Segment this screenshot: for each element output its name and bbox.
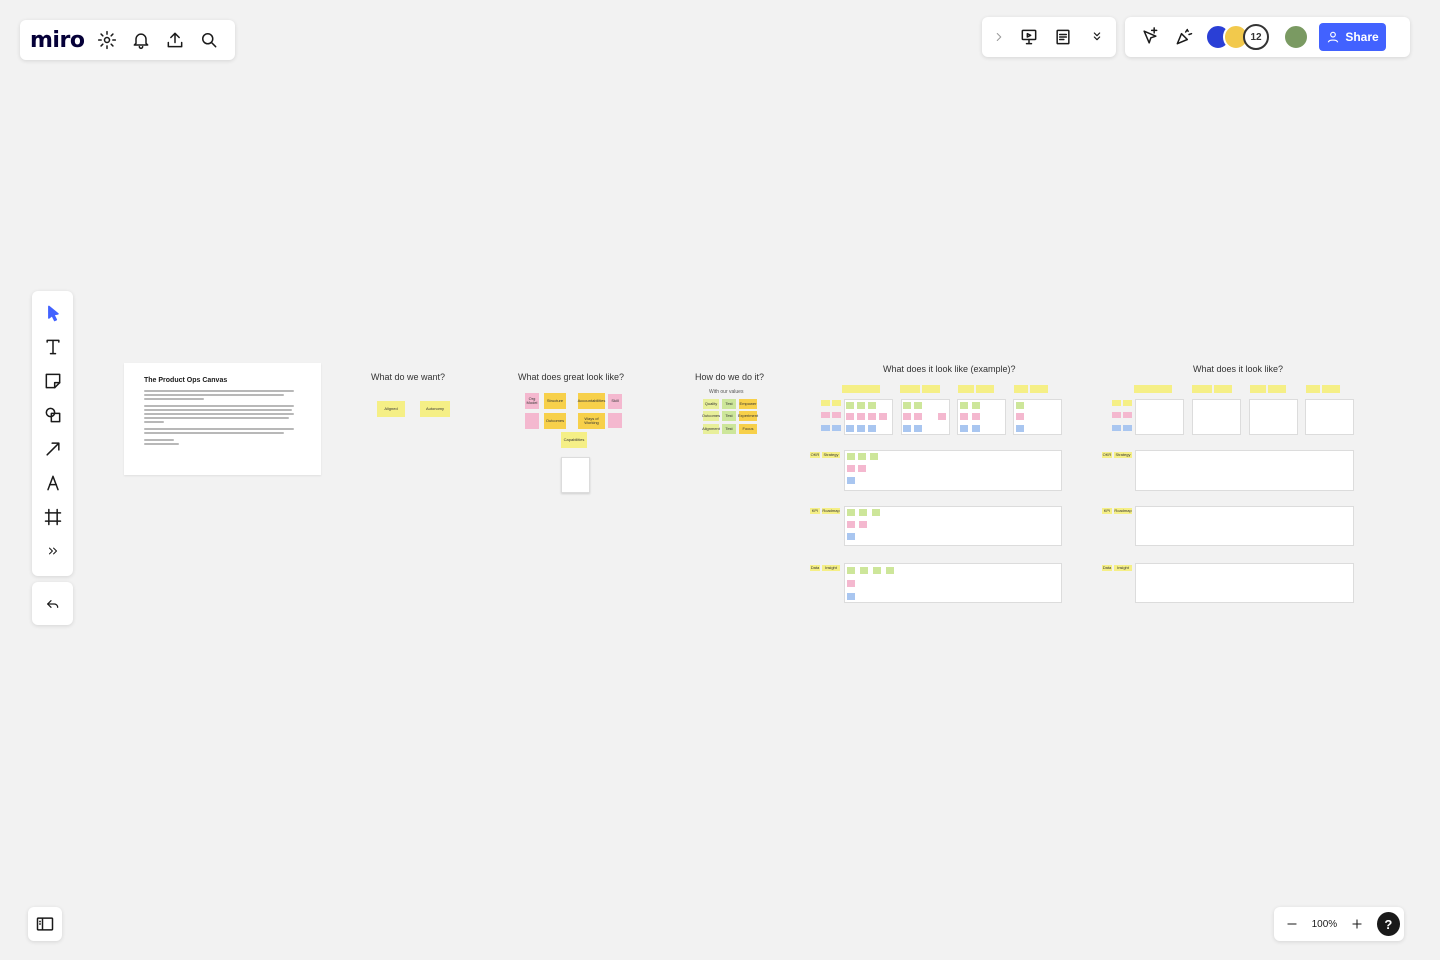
section-title-how: How do we do it?: [695, 372, 765, 382]
section-title-example: What does it look like (example)?: [883, 364, 1016, 374]
zoom-level[interactable]: 100%: [1305, 919, 1344, 930]
bell-icon[interactable]: [124, 23, 158, 57]
avatar[interactable]: [1283, 24, 1309, 50]
sharing-toolbar: 12 Share: [1125, 17, 1410, 57]
frame-icon[interactable]: [36, 500, 70, 534]
how-row-b[interactable]: Experiment: [738, 411, 758, 421]
arrow-icon[interactable]: [36, 432, 70, 466]
row-label-kpi[interactable]: KPI: [810, 508, 820, 514]
row-label-okr[interactable]: OKR: [810, 452, 820, 458]
help-button[interactable]: ?: [1376, 912, 1400, 936]
presentation-icon[interactable]: [1012, 20, 1046, 54]
upload-icon[interactable]: [158, 23, 192, 57]
blank-column-box[interactable]: [1305, 399, 1354, 435]
example-header-row: [842, 385, 1066, 393]
shapes-icon[interactable]: [36, 398, 70, 432]
avatar-group[interactable]: 12: [1205, 24, 1269, 50]
pen-icon[interactable]: [36, 466, 70, 500]
sticky-note-icon[interactable]: [36, 364, 70, 398]
sticky-accountabilities[interactable]: Accountabilities: [578, 393, 605, 409]
blank-row-box[interactable]: [1135, 506, 1354, 546]
chevron-right-icon[interactable]: [986, 20, 1012, 54]
how-row-label[interactable]: Quality: [703, 399, 719, 409]
more-icon[interactable]: [36, 534, 70, 568]
text-icon[interactable]: [36, 330, 70, 364]
undo-icon[interactable]: [36, 587, 70, 621]
search-icon[interactable]: [192, 23, 226, 57]
blank-row-box[interactable]: [1135, 563, 1354, 603]
how-row-label[interactable]: Alignment: [702, 424, 720, 434]
settings-icon[interactable]: [90, 23, 124, 57]
intro-document-card[interactable]: The Product Ops Canvas: [124, 363, 321, 475]
section-title-want: What do we want?: [371, 372, 446, 382]
collaboration-toolbar: [982, 17, 1116, 57]
zoom-in-button[interactable]: [1344, 910, 1371, 938]
sticky-pink[interactable]: [608, 413, 622, 428]
row-label-kpi[interactable]: KPI: [1102, 508, 1112, 514]
top-left-toolbar: miro: [20, 20, 235, 60]
row-header[interactable]: Roadmap: [822, 508, 840, 514]
miro-logo[interactable]: miro: [30, 28, 85, 53]
sticky-pink[interactable]: [525, 413, 539, 429]
row-header[interactable]: Roadmap: [1114, 508, 1132, 514]
sticky-aligned[interactable]: Aligned: [377, 401, 405, 417]
sticky-skill[interactable]: Skill: [608, 394, 622, 409]
section-subtitle-values: With our values: [709, 389, 744, 395]
sticky-outcomes[interactable]: Outcomes: [544, 413, 566, 429]
user-icon: [1328, 31, 1339, 43]
share-button[interactable]: Share: [1319, 23, 1386, 51]
row-header[interactable]: Insight: [1114, 565, 1132, 571]
sticky-autonomy[interactable]: Autonomy: [420, 401, 450, 417]
row-header[interactable]: Strategy: [1114, 452, 1132, 458]
doc-title: The Product Ops Canvas: [144, 377, 228, 384]
row-label-okr[interactable]: OKR: [1102, 452, 1112, 458]
how-row-a[interactable]: Test: [722, 411, 736, 421]
blank-column-box[interactable]: [1135, 399, 1184, 435]
cursor-follow-icon[interactable]: [1133, 20, 1167, 54]
row-label-data[interactable]: Data: [810, 565, 820, 571]
note-card[interactable]: [561, 457, 590, 493]
row-label-data[interactable]: Data: [1102, 565, 1112, 571]
notes-icon[interactable]: [1046, 20, 1080, 54]
creation-toolbar: [32, 291, 73, 576]
sidebar-icon: [36, 917, 54, 931]
sticky-org-model[interactable]: Org Model: [525, 393, 539, 409]
sticky-ways-of-working[interactable]: Ways of Working: [578, 413, 605, 429]
sticky-structure[interactable]: Structure: [544, 393, 566, 409]
row-header[interactable]: Strategy: [822, 452, 840, 458]
blank-row-box[interactable]: [1135, 450, 1354, 491]
avatar-count[interactable]: 12: [1243, 24, 1269, 50]
blank-column-box[interactable]: [1192, 399, 1241, 435]
zoom-controls: 100% ?: [1274, 907, 1404, 941]
celebrate-icon[interactable]: [1167, 20, 1201, 54]
section-title-great: What does great look like?: [518, 372, 625, 382]
how-row-label[interactable]: Outcomes: [702, 411, 720, 421]
blank-column-box[interactable]: [1249, 399, 1298, 435]
blank-header-row: [1134, 385, 1354, 393]
board-panel-toggle[interactable]: [28, 907, 62, 941]
how-row-a[interactable]: Test: [722, 399, 736, 409]
how-row-b[interactable]: Focus: [739, 424, 757, 434]
share-label: Share: [1345, 30, 1379, 44]
how-row-b[interactable]: Empower: [739, 399, 757, 409]
sticky-capabilities[interactable]: Capabilities: [561, 432, 587, 448]
cursor-icon[interactable]: [36, 296, 70, 330]
zoom-out-button[interactable]: [1278, 910, 1305, 938]
section-title-blank: What does it look like?: [1193, 364, 1284, 374]
row-header[interactable]: Insight: [822, 565, 840, 571]
double-chevron-down-icon[interactable]: [1080, 20, 1114, 54]
undo-panel: [32, 582, 73, 625]
how-row-a[interactable]: Test: [722, 424, 736, 434]
